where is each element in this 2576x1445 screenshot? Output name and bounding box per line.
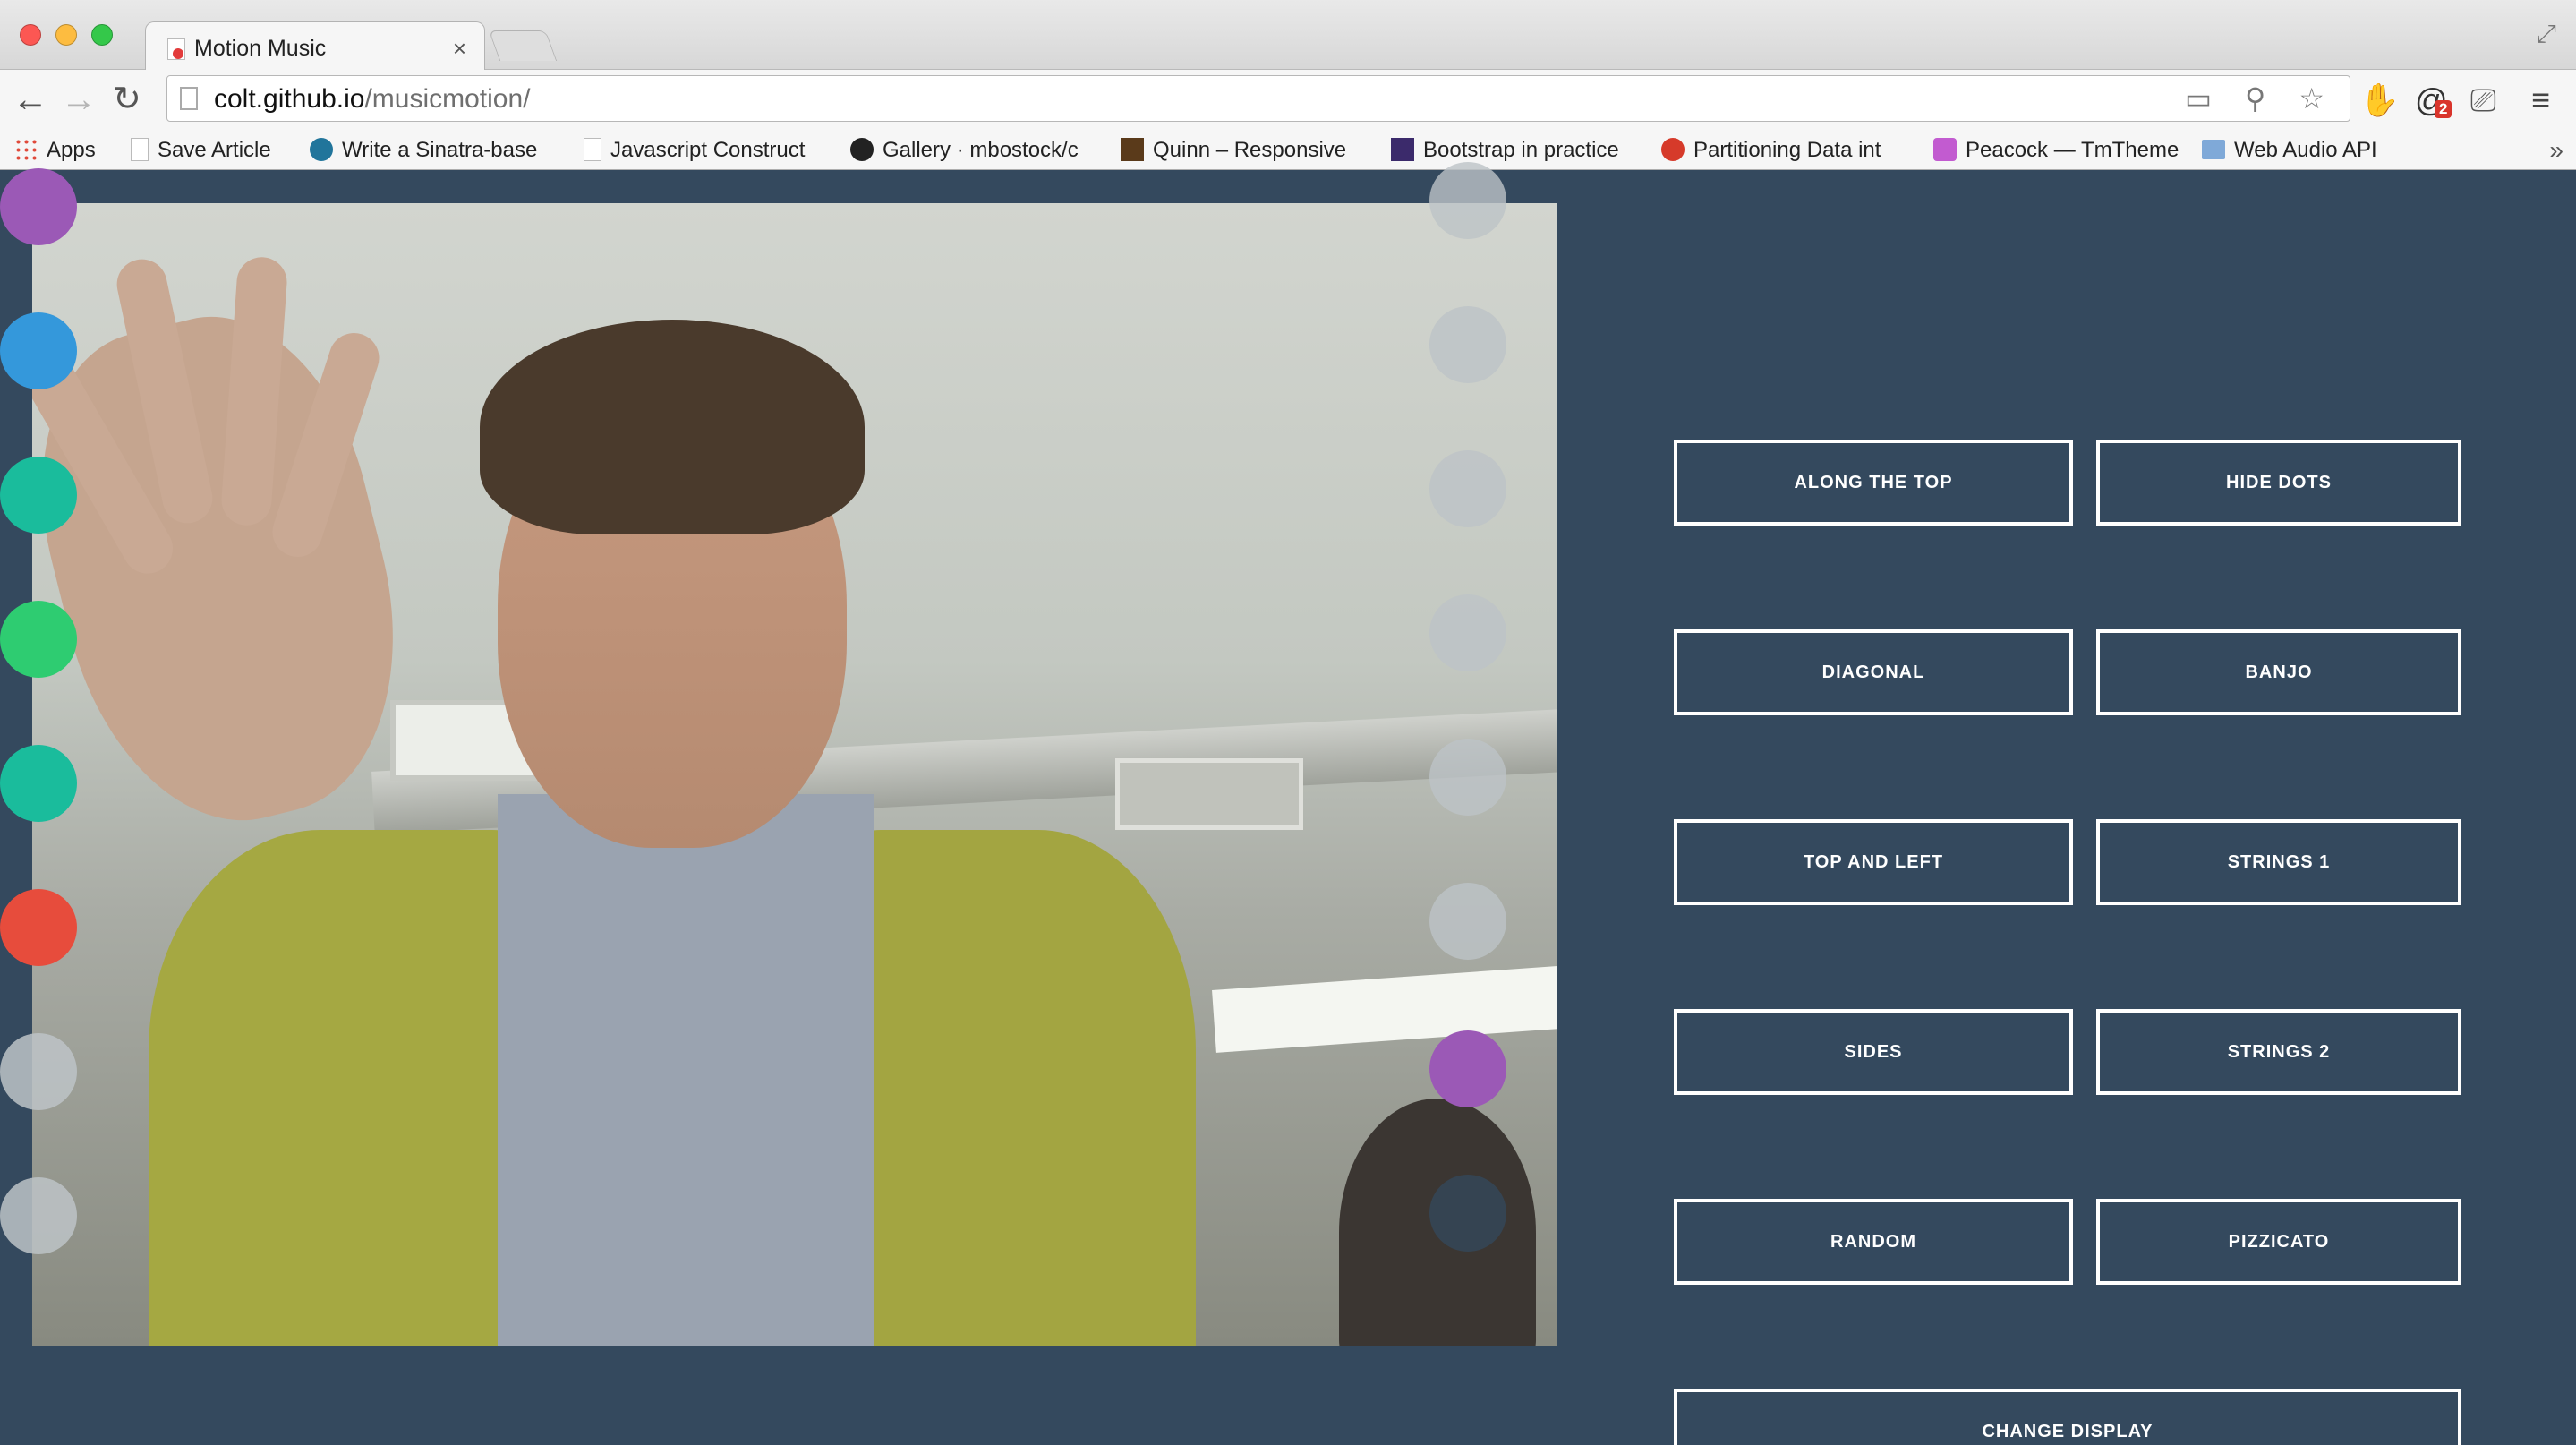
left-dot-8[interactable] bbox=[0, 1177, 77, 1254]
reload-button[interactable]: ↻ bbox=[113, 77, 141, 122]
minimize-window-button[interactable] bbox=[55, 24, 77, 46]
strings-1-button[interactable]: STRINGS 1 bbox=[2096, 819, 2461, 905]
bookmark-peacock[interactable]: Peacock — TmTheme bbox=[1933, 134, 2180, 167]
bookmark-label: Peacock — TmTheme bbox=[1966, 138, 2179, 162]
bookmark-javascript-construct[interactable]: Javascript Construct bbox=[584, 134, 823, 167]
cast-icon[interactable]: ⎚ bbox=[2470, 79, 2496, 122]
page-icon bbox=[131, 137, 149, 161]
github-icon bbox=[850, 137, 874, 161]
right-dot-6[interactable] bbox=[1429, 883, 1506, 960]
hair bbox=[480, 320, 865, 534]
peacock-icon bbox=[1933, 137, 1957, 161]
left-dot-5[interactable] bbox=[0, 745, 77, 822]
url-path: /musicmotion/ bbox=[364, 84, 531, 114]
browser-tab-active[interactable]: Motion Music × bbox=[145, 21, 485, 72]
tab-title: Motion Music bbox=[194, 36, 327, 61]
left-dot-2[interactable] bbox=[0, 312, 77, 389]
menu-icon[interactable]: ≡ bbox=[2531, 79, 2550, 122]
bookmark-web-audio-api[interactable]: Web Audio API bbox=[2202, 134, 2435, 167]
top-and-left-button[interactable]: TOP AND LEFT bbox=[1674, 819, 2073, 905]
gear-icon bbox=[1661, 137, 1685, 161]
page-icon bbox=[180, 87, 198, 110]
bookmark-sinatra[interactable]: Write a Sinatra-base bbox=[310, 134, 557, 167]
fullscreen-icon[interactable]: ⤢ bbox=[2537, 20, 2556, 49]
banjo-button[interactable]: BANJO bbox=[2096, 629, 2461, 715]
bookmark-partitioning-data[interactable]: Partitioning Data int bbox=[1661, 134, 1908, 167]
wordpress-icon bbox=[310, 137, 333, 161]
close-window-button[interactable] bbox=[20, 24, 41, 46]
bookmark-label: Quinn – Responsive bbox=[1153, 138, 1347, 162]
browser-toolbar: ← → ↻ colt.github.io/musicmotion/ ▭ ⚲ ☆ … bbox=[0, 70, 2576, 131]
right-dot-3[interactable] bbox=[1429, 450, 1506, 527]
bookmark-label: Web Audio API bbox=[2234, 138, 2377, 162]
random-button[interactable]: RANDOM bbox=[1674, 1199, 2073, 1285]
webcam-video bbox=[32, 203, 1557, 1346]
bookmark-apps[interactable]: Apps bbox=[14, 134, 104, 167]
shirt bbox=[498, 794, 874, 1346]
sides-button[interactable]: SIDES bbox=[1674, 1009, 2073, 1095]
ceiling-light bbox=[1212, 965, 1557, 1053]
bookmark-label: Gallery · mbostock/c bbox=[883, 138, 1079, 162]
diagonal-button[interactable]: DIAGONAL bbox=[1674, 629, 2073, 715]
right-dot-4[interactable] bbox=[1429, 594, 1506, 671]
hide-dots-button[interactable]: HIDE DOTS bbox=[2096, 440, 2461, 526]
bookmark-save-article[interactable]: Save Article bbox=[131, 134, 288, 167]
page-icon bbox=[584, 137, 601, 161]
right-dot-5[interactable] bbox=[1429, 739, 1506, 816]
quinn-icon bbox=[1121, 137, 1144, 161]
bookmarks-bar: Apps Save Article Write a Sinatra-base J… bbox=[0, 131, 2576, 170]
bookmark-quinn[interactable]: Quinn – Responsive bbox=[1121, 134, 1364, 167]
bookmark-label: Partitioning Data int bbox=[1693, 138, 1881, 162]
url-host: colt.github.io bbox=[214, 84, 365, 114]
right-dot-8[interactable] bbox=[1429, 1175, 1506, 1252]
forward-button[interactable]: → bbox=[61, 77, 97, 122]
url-text[interactable]: colt.github.io/musicmotion/ bbox=[214, 83, 531, 115]
back-button[interactable]: ← bbox=[13, 77, 48, 122]
address-bar[interactable]: colt.github.io/musicmotion/ ▭ ⚲ ☆ bbox=[166, 75, 2350, 122]
bookmark-label: Apps bbox=[47, 138, 96, 162]
browser-titlebar: Motion Music × ⤢ bbox=[0, 0, 2576, 72]
left-dot-1[interactable] bbox=[0, 168, 77, 245]
bookmark-label: Save Article bbox=[158, 138, 271, 162]
tab-close-icon[interactable]: × bbox=[453, 35, 466, 62]
page-favicon-icon bbox=[167, 38, 185, 60]
bookmark-gallery-mbostock[interactable]: Gallery · mbostock/c bbox=[850, 134, 1099, 167]
pizzicato-button[interactable]: PIZZICATO bbox=[2096, 1199, 2461, 1285]
right-dot-1[interactable] bbox=[1429, 162, 1506, 239]
folder-icon bbox=[2202, 139, 2225, 159]
along-the-top-button[interactable]: ALONG THE TOP bbox=[1674, 440, 2073, 526]
new-tab-button[interactable] bbox=[488, 30, 558, 61]
left-dot-7[interactable] bbox=[0, 1033, 77, 1110]
bookmark-label: Javascript Construct bbox=[610, 138, 806, 162]
strings-2-button[interactable]: STRINGS 2 bbox=[2096, 1009, 2461, 1095]
left-dot-4[interactable] bbox=[0, 601, 77, 678]
zoom-window-button[interactable] bbox=[91, 24, 113, 46]
right-dot-7[interactable] bbox=[1429, 1030, 1506, 1107]
change-display-button[interactable]: CHANGE DISPLAY bbox=[1674, 1389, 2461, 1445]
right-dot-2[interactable] bbox=[1429, 306, 1506, 383]
notification-badge: 2 bbox=[2435, 100, 2452, 118]
mention-extension-icon[interactable]: @2 bbox=[2415, 79, 2452, 122]
left-dot-3[interactable] bbox=[0, 457, 77, 534]
left-dot-6[interactable] bbox=[0, 889, 77, 966]
bookmark-star-icon[interactable]: ▭ ⚲ ☆ bbox=[2185, 81, 2337, 115]
page-body: ALONG THE TOP HIDE DOTS DIAGONAL BANJO T… bbox=[0, 162, 2576, 1445]
apps-grid-icon bbox=[14, 137, 38, 161]
more-bookmarks-icon[interactable]: » bbox=[2549, 134, 2563, 167]
bookmark-bootstrap[interactable]: Bootstrap in practice bbox=[1391, 134, 1638, 167]
stop-hand-extension-icon[interactable]: ✋ bbox=[2359, 79, 2400, 122]
ceiling-vent bbox=[1115, 758, 1303, 830]
bootstrap-icon bbox=[1391, 137, 1414, 161]
bookmark-label: Bootstrap in practice bbox=[1423, 138, 1619, 162]
bookmark-label: Write a Sinatra-base bbox=[342, 138, 538, 162]
